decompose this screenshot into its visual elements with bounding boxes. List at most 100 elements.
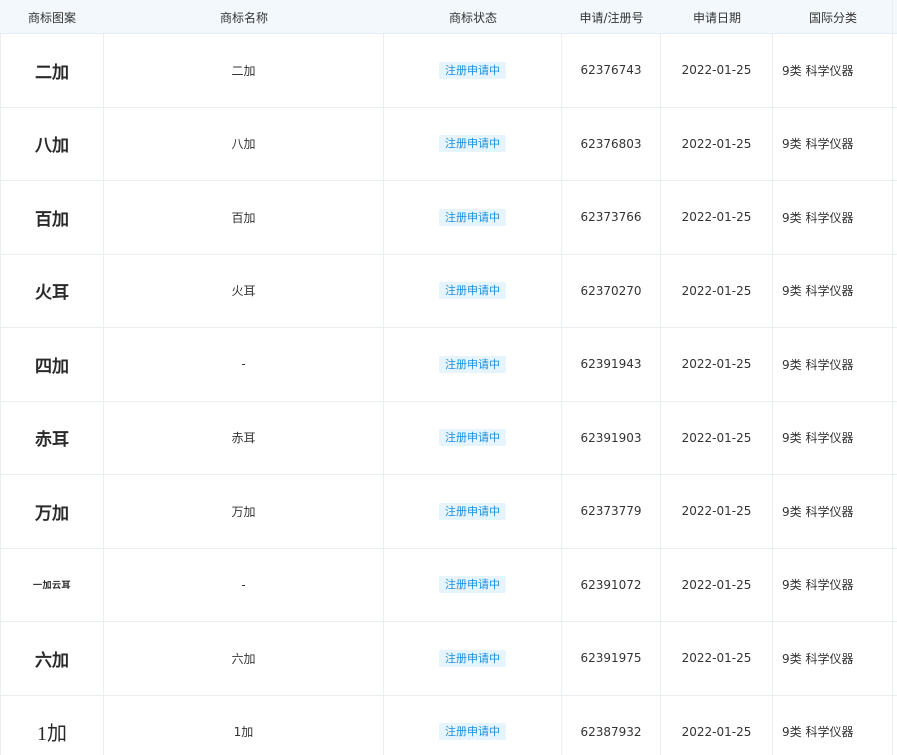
status-badge: 注册申请中 xyxy=(439,502,506,520)
mark-image-cell[interactable]: 赤耳 xyxy=(0,401,104,474)
status-badge: 注册申请中 xyxy=(439,576,506,594)
reg-number-cell: 62391903 xyxy=(562,401,661,474)
status-cell: 注册申请中 xyxy=(384,107,562,180)
mark-image-cell[interactable]: 百加 xyxy=(0,181,104,254)
mark-image-cell[interactable]: 一加云耳 xyxy=(0,548,104,621)
mark-image[interactable]: 火耳 xyxy=(35,278,69,303)
table-row[interactable]: 一加云耳 - 注册申请中 62391072 2022-01-25 9类 科学仪器 xyxy=(0,548,897,622)
apply-date-cell: 2022-01-25 xyxy=(661,254,773,327)
extra-cell xyxy=(893,108,897,181)
reg-number-cell: 62391943 xyxy=(562,328,661,401)
status-cell: 注册申请中 xyxy=(384,181,562,254)
status-cell: 注册申请中 xyxy=(384,328,562,401)
mark-image[interactable]: 四加 xyxy=(35,352,69,377)
header-apply-date: 申请日期 xyxy=(692,11,741,25)
header-intl-class: 国际分类 xyxy=(808,11,857,25)
status-badge: 注册申请中 xyxy=(439,649,506,667)
mark-image[interactable]: 八加 xyxy=(35,131,69,156)
status-badge: 注册申请中 xyxy=(439,429,506,447)
table-row[interactable]: 四加 - 注册申请中 62391943 2022-01-25 9类 科学仪器 xyxy=(0,328,897,402)
table-row[interactable]: 赤耳 赤耳 注册申请中 62391903 2022-01-25 9类 科学仪器 xyxy=(0,401,897,475)
status-badge: 注册申请中 xyxy=(439,723,506,741)
reg-number-cell: 62373779 xyxy=(562,475,661,548)
extra-cell xyxy=(893,181,897,254)
apply-date-cell: 2022-01-25 xyxy=(661,328,773,401)
trademark-table: 商标图案 商标名称 商标状态 申请/注册号 申请日期 国际分类 二加 二加 注册… xyxy=(0,0,897,755)
table-row[interactable]: 八加 八加 注册申请中 62376803 2022-01-25 9类 科学仪器 xyxy=(0,107,897,181)
apply-date-cell: 2022-01-25 xyxy=(661,401,773,474)
intl-class-cell: 9类 科学仪器 xyxy=(773,181,893,254)
extra-cell xyxy=(893,622,897,695)
mark-image[interactable]: 二加 xyxy=(35,58,69,83)
intl-class-cell: 9类 科学仪器 xyxy=(773,254,893,327)
header-reg-number: 申请/注册号 xyxy=(579,11,644,25)
table-row[interactable]: 1加 1加 注册申请中 62387932 2022-01-25 9类 科学仪器 xyxy=(0,695,897,755)
intl-class-cell: 9类 科学仪器 xyxy=(773,328,893,401)
intl-class-cell: 9类 科学仪器 xyxy=(773,401,893,474)
reg-number-cell: 62370270 xyxy=(562,254,661,327)
reg-number-cell: 62391072 xyxy=(562,548,661,621)
mark-image-cell[interactable]: 八加 xyxy=(0,107,104,180)
mark-image-cell[interactable]: 六加 xyxy=(0,622,104,695)
intl-class-cell: 9类 科学仪器 xyxy=(773,695,893,755)
reg-number-cell: 62391975 xyxy=(562,622,661,695)
extra-cell xyxy=(893,475,897,548)
header-mark-image: 商标图案 xyxy=(27,11,76,25)
reg-number-cell: 62376743 xyxy=(562,34,661,107)
mark-image-cell[interactable]: 四加 xyxy=(0,328,104,401)
mark-name-cell: - xyxy=(104,328,384,401)
reg-number-cell: 62376803 xyxy=(562,107,661,180)
status-cell: 注册申请中 xyxy=(384,475,562,548)
mark-image[interactable]: 万加 xyxy=(35,499,69,524)
extra-cell xyxy=(893,34,897,107)
status-badge: 注册申请中 xyxy=(439,355,506,373)
status-badge: 注册申请中 xyxy=(439,61,506,79)
mark-image-cell[interactable]: 二加 xyxy=(0,34,104,107)
mark-image-cell[interactable]: 1加 xyxy=(0,695,104,755)
mark-name-cell: 百加 xyxy=(104,181,384,254)
header-extra xyxy=(893,0,897,33)
apply-date-cell: 2022-01-25 xyxy=(661,34,773,107)
extra-cell xyxy=(893,255,897,328)
status-cell: 注册申请中 xyxy=(384,34,562,107)
table-row[interactable]: 百加 百加 注册申请中 62373766 2022-01-25 9类 科学仪器 xyxy=(0,181,897,255)
extra-cell xyxy=(893,696,897,755)
apply-date-cell: 2022-01-25 xyxy=(661,181,773,254)
mark-name-cell: - xyxy=(104,548,384,621)
apply-date-cell: 2022-01-25 xyxy=(661,475,773,548)
mark-image-cell[interactable]: 万加 xyxy=(0,475,104,548)
intl-class-cell: 9类 科学仪器 xyxy=(773,34,893,107)
mark-image[interactable]: 1加 xyxy=(37,717,67,746)
apply-date-cell: 2022-01-25 xyxy=(661,107,773,180)
mark-image[interactable]: 赤耳 xyxy=(35,425,69,450)
mark-image[interactable]: 六加 xyxy=(35,646,69,671)
mark-name-cell: 火耳 xyxy=(104,254,384,327)
table-body: 二加 二加 注册申请中 62376743 2022-01-25 9类 科学仪器 … xyxy=(0,34,897,755)
mark-name-cell: 八加 xyxy=(104,107,384,180)
intl-class-cell: 9类 科学仪器 xyxy=(773,548,893,621)
table-header: 商标图案 商标名称 商标状态 申请/注册号 申请日期 国际分类 xyxy=(0,0,897,34)
status-cell: 注册申请中 xyxy=(384,254,562,327)
extra-cell xyxy=(893,328,897,401)
mark-name-cell: 赤耳 xyxy=(104,401,384,474)
extra-cell xyxy=(893,549,897,622)
intl-class-cell: 9类 科学仪器 xyxy=(773,622,893,695)
apply-date-cell: 2022-01-25 xyxy=(661,695,773,755)
status-cell: 注册申请中 xyxy=(384,695,562,755)
status-badge: 注册申请中 xyxy=(439,135,506,153)
table-row[interactable]: 火耳 火耳 注册申请中 62370270 2022-01-25 9类 科学仪器 xyxy=(0,254,897,328)
mark-image[interactable]: 一加云耳 xyxy=(33,578,71,591)
table-row[interactable]: 六加 六加 注册申请中 62391975 2022-01-25 9类 科学仪器 xyxy=(0,622,897,696)
header-mark-name: 商标名称 xyxy=(219,11,268,25)
status-badge: 注册申请中 xyxy=(439,208,506,226)
table-row[interactable]: 万加 万加 注册申请中 62373779 2022-01-25 9类 科学仪器 xyxy=(0,475,897,549)
mark-image[interactable]: 百加 xyxy=(35,205,69,230)
status-cell: 注册申请中 xyxy=(384,401,562,474)
mark-name-cell: 六加 xyxy=(104,622,384,695)
mark-image-cell[interactable]: 火耳 xyxy=(0,254,104,327)
reg-number-cell: 62387932 xyxy=(562,695,661,755)
table-row[interactable]: 二加 二加 注册申请中 62376743 2022-01-25 9类 科学仪器 xyxy=(0,34,897,108)
mark-name-cell: 1加 xyxy=(104,695,384,755)
apply-date-cell: 2022-01-25 xyxy=(661,622,773,695)
mark-name-cell: 二加 xyxy=(104,34,384,107)
